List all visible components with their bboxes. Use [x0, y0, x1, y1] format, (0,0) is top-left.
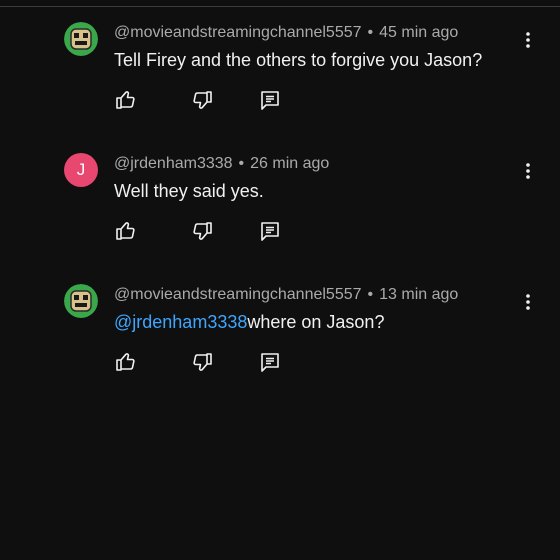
reply-icon: [261, 91, 279, 110]
meta-separator: •: [367, 24, 374, 41]
reply-button[interactable]: [258, 88, 282, 112]
meta-separator: •: [367, 286, 374, 303]
dislike-button[interactable]: [190, 350, 214, 374]
comment-body: Tell Firey and the others to forgive you…: [114, 50, 483, 70]
meta-separator: •: [238, 155, 245, 172]
cartoon-avatar-icon: [64, 284, 98, 318]
more-options-button[interactable]: [516, 28, 540, 52]
thumbs-down-icon: [193, 91, 212, 109]
more-options-button[interactable]: [516, 159, 540, 183]
comment-item: @movieandstreamingchannel5557 • 45 min ago…: [64, 22, 544, 132]
avatar[interactable]: [64, 284, 98, 318]
comment-item: J @jrdenham3338 • 26 min ago Well they sai…: [64, 153, 544, 263]
comment-time[interactable]: 13 min ago: [379, 286, 458, 303]
author-name[interactable]: @movieandstreamingchannel5557: [114, 286, 362, 303]
comment-text: Tell Firey and the others to forgive you…: [114, 50, 482, 71]
dislike-button[interactable]: [190, 219, 214, 243]
comment-time[interactable]: 26 min ago: [250, 155, 329, 172]
mention-link[interactable]: @jrdenham3338: [114, 312, 247, 332]
thumbs-down-icon: [193, 353, 212, 371]
avatar[interactable]: [64, 22, 98, 56]
comment-body: where on Jason?: [247, 312, 385, 332]
reply-icon: [261, 353, 279, 372]
thumbs-up-icon: [116, 91, 135, 109]
dislike-button[interactable]: [190, 88, 214, 112]
reply-button[interactable]: [258, 219, 282, 243]
reply-icon: [261, 222, 279, 241]
like-button[interactable]: [114, 350, 138, 374]
comment-text: @jrdenham3338where on Jason?: [114, 312, 384, 333]
comment-time[interactable]: 45 min ago: [379, 24, 458, 41]
more-vert-icon: [526, 32, 530, 48]
thumbs-up-icon: [116, 222, 135, 240]
comment-meta: @movieandstreamingchannel5557 • 13 min ago: [114, 286, 458, 304]
like-button[interactable]: [114, 88, 138, 112]
avatar[interactable]: J: [64, 153, 98, 187]
comment-item: @movieandstreamingchannel5557 • 13 min ago…: [64, 284, 544, 394]
comment-body: Well they said yes.: [114, 181, 264, 201]
more-vert-icon: [526, 163, 530, 179]
reply-button[interactable]: [258, 350, 282, 374]
comment-meta: @movieandstreamingchannel5557 • 45 min ago: [114, 24, 458, 42]
comment-meta: @jrdenham3338 • 26 min ago: [114, 155, 329, 173]
cartoon-avatar-icon: [64, 22, 98, 56]
like-button[interactable]: [114, 219, 138, 243]
more-vert-icon: [526, 294, 530, 310]
thumbs-down-icon: [193, 222, 212, 240]
more-options-button[interactable]: [516, 290, 540, 314]
author-name[interactable]: @movieandstreamingchannel5557: [114, 24, 362, 41]
comment-text: Well they said yes.: [114, 181, 264, 202]
author-name[interactable]: @jrdenham3338: [114, 155, 233, 172]
top-divider: [0, 6, 560, 7]
thumbs-up-icon: [116, 353, 135, 371]
